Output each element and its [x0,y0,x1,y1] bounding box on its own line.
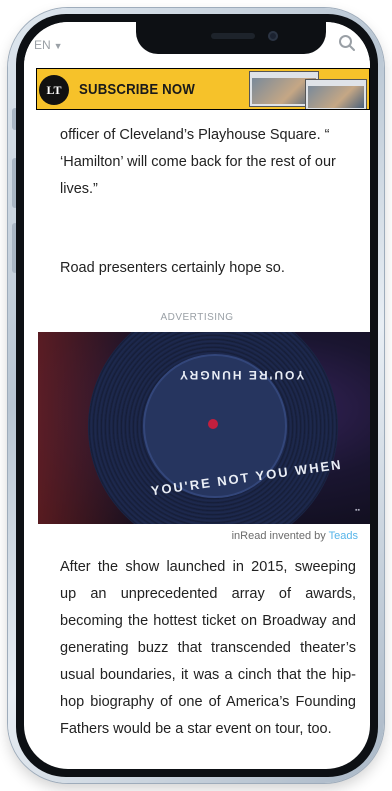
video-ad[interactable]: YOU'RE HUNGRY YOU'RE NOT YOU WHEN ▪▪ [38,332,370,524]
teads-link[interactable]: Teads [329,530,358,542]
ad-credit: inRead invented by Teads [232,530,358,542]
article-paragraph: Road presenters certainly hope so. [60,260,285,276]
promo-tablet-image [305,79,367,109]
subscribe-now-button[interactable]: SUBSCRIBE NOW [79,81,195,98]
front-camera [268,31,278,41]
record-text-top: YOU'RE HUNGRY [178,368,305,382]
speaker-grille [211,33,255,39]
ad-credit-text: inRead invented by [231,530,326,542]
logo-text: LT [46,82,62,97]
advertising-label: ADVERTISING [160,312,234,323]
subscribe-banner[interactable]: LT SUBSCRIBE NOW [36,68,370,110]
phone-screen: EN ▼ LT SUBSCRIBE NOW officer of Clevelan… [24,22,370,769]
phone-notch [136,22,326,54]
lt-logo: LT [39,75,69,105]
ad-brand-logo: ▪▪ [355,507,360,514]
chevron-down-icon: ▼ [53,41,63,51]
language-selector[interactable]: EN ▼ [34,38,63,52]
language-label: EN [34,38,51,52]
article-paragraph: officer of Cleveland’s Playhouse Square.… [60,127,336,197]
search-icon[interactable] [338,34,356,52]
record-center [208,419,218,429]
article-paragraph: After the show launched in 2015, sweepin… [60,559,356,737]
